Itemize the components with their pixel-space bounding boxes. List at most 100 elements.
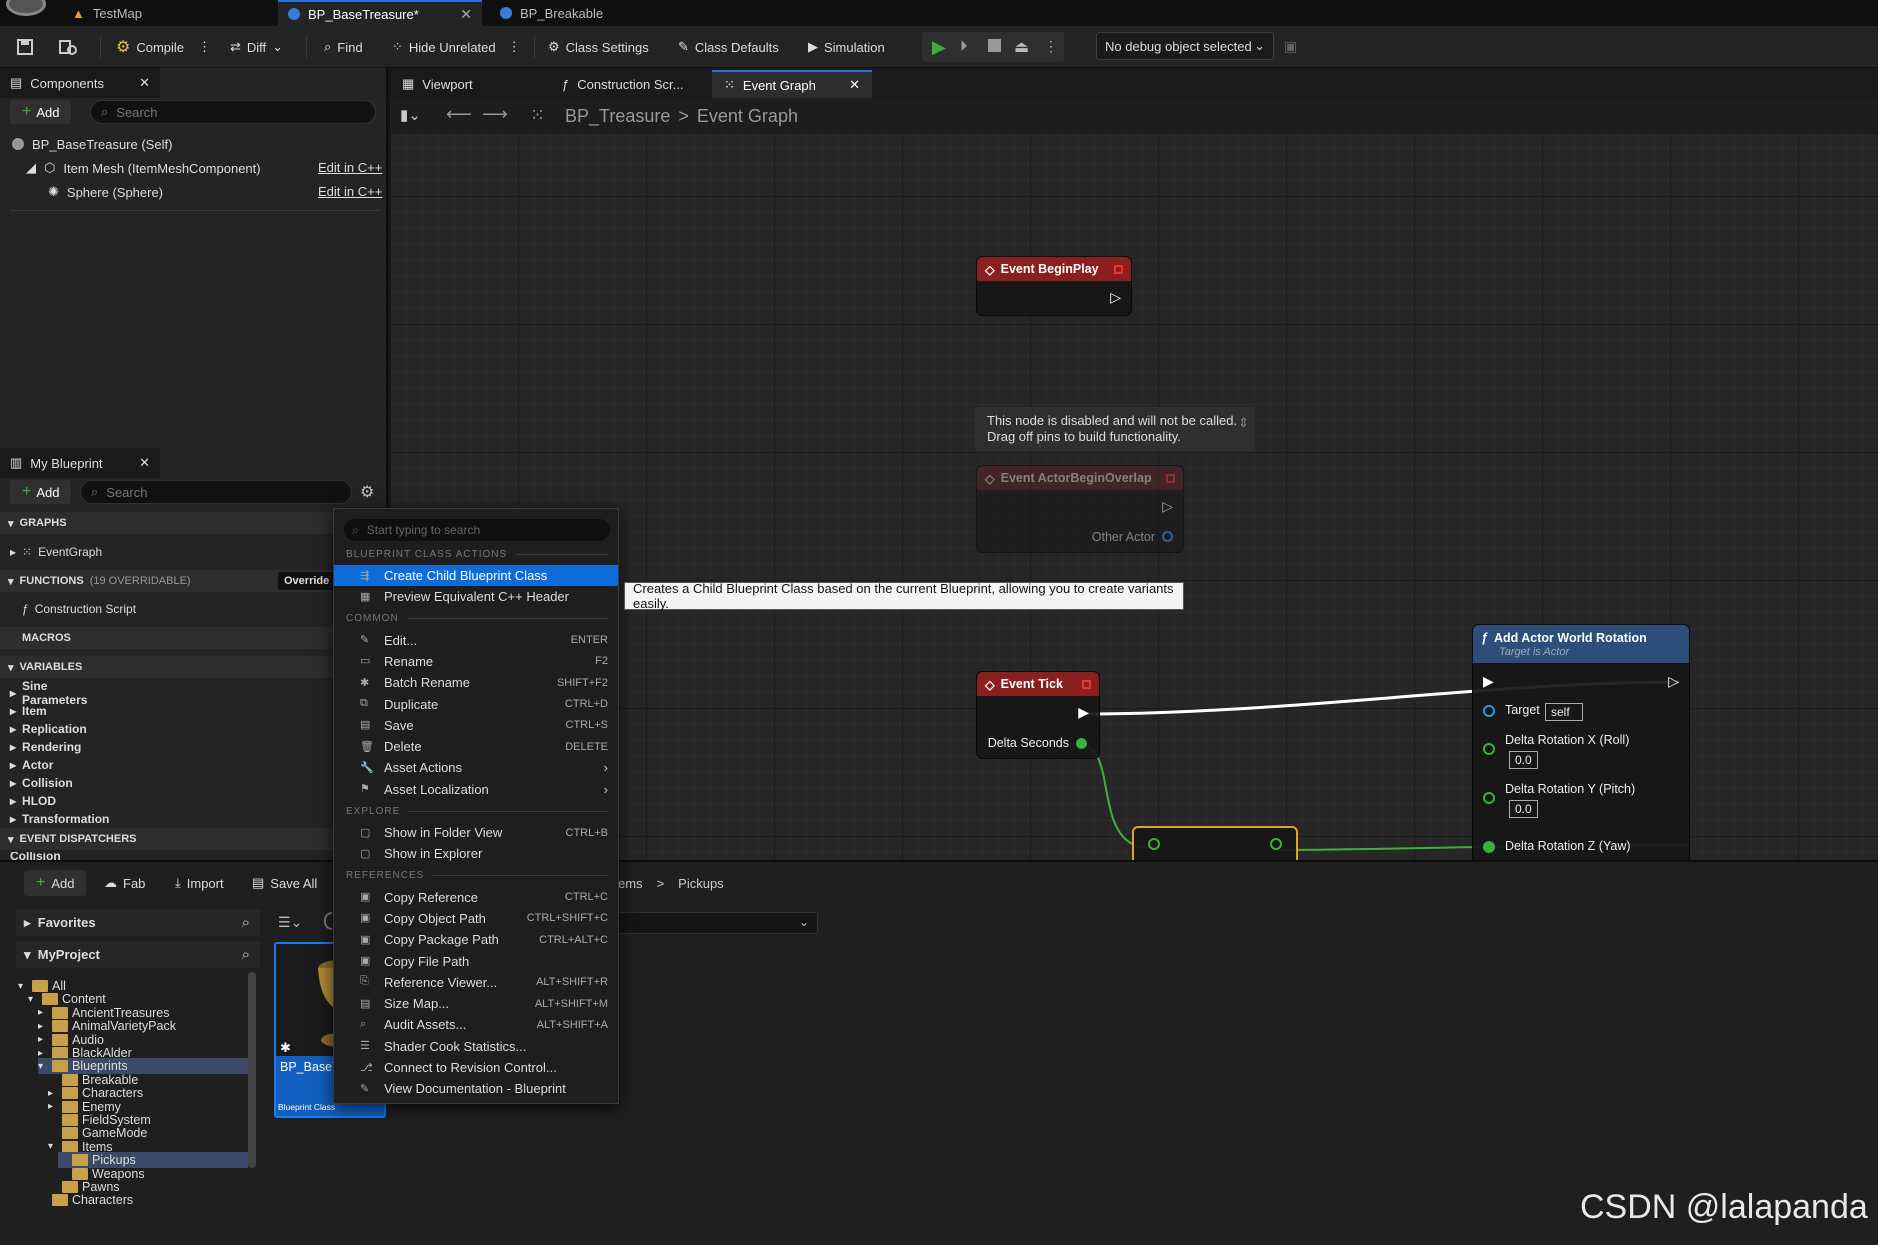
tab-testmap[interactable]: ▲ TestMap (62, 0, 272, 26)
node-event-tick[interactable]: ◇ Event Tick ▶ Delta Seconds (976, 671, 1100, 759)
float-pin[interactable] (1076, 738, 1087, 749)
debug-filter-icon[interactable]: ▣ (1284, 38, 1297, 55)
more-options-icon[interactable]: ⋮ (198, 39, 211, 55)
class-defaults-button[interactable]: ✎ Class Defaults (678, 35, 779, 59)
edit-in-cpp-link[interactable]: Edit in C++ (318, 160, 382, 175)
fab-button[interactable]: ☁ Fab (104, 870, 145, 896)
stop-icon[interactable] (988, 39, 1001, 52)
close-icon[interactable]: ✕ (139, 455, 150, 471)
tab-my-blueprint[interactable]: ▥ My Blueprint ✕ (0, 448, 160, 478)
node-event-actor-begin-overlap[interactable]: ◇ Event ActorBeginOverlap ▷ Other Actor (976, 465, 1184, 553)
component-item-mesh[interactable]: ◢ ⬡ Item Mesh (ItemMeshComponent) (26, 157, 261, 179)
my-blueprint-search-input[interactable]: ⌕ Search (80, 480, 352, 504)
tab-bp-base-treasure[interactable]: BP_BaseTreasure* ✕ (278, 0, 482, 26)
macros-category[interactable]: MACROS (0, 627, 388, 649)
component-sphere[interactable]: ✺ Sphere (Sphere) (48, 181, 163, 203)
search-icon[interactable]: ⌕ (242, 914, 250, 931)
variable-group[interactable]: ▸ Item (10, 702, 47, 720)
menu-item[interactable]: ⇶ Create Child Blueprint Class (334, 565, 618, 586)
output-delegate-pin[interactable] (1082, 679, 1091, 689)
menu-item[interactable]: ▣ Copy Reference CTRL+C (334, 887, 618, 908)
import-button[interactable]: ⤓ Import (175, 870, 224, 896)
object-pin[interactable] (1162, 531, 1173, 542)
menu-item[interactable]: ⌕ Audit Assets... ALT+SHIFT+A (334, 1014, 618, 1035)
eject-icon[interactable]: ⏏ (1014, 37, 1029, 57)
node-event-beginplay[interactable]: ◇ Event BeginPlay ▷ (976, 256, 1132, 316)
menu-item[interactable]: ▢ Show in Explorer (334, 843, 618, 864)
favorites-header[interactable]: ▸ Favorites ⌕ (16, 910, 260, 936)
class-settings-button[interactable]: ⚙ Class Settings (548, 35, 649, 59)
float-pin[interactable] (1483, 841, 1495, 853)
variable-group[interactable]: ▸ HLOD (10, 792, 56, 810)
more-options-icon[interactable]: ⋮ (508, 39, 521, 55)
menu-item[interactable]: ⎇ Connect to Revision Control... (334, 1057, 618, 1078)
variable-group[interactable]: ▸ Collision (10, 774, 73, 792)
debug-object-select[interactable]: No debug object selected ⌄ (1096, 32, 1274, 60)
more-options-icon[interactable]: ⋮ (1044, 38, 1058, 55)
exec-in-pin[interactable]: ▶ (1483, 673, 1494, 690)
hide-unrelated-button[interactable]: ⁘ Hide Unrelated ⋮ (392, 35, 521, 59)
tab-bp-breakable[interactable]: BP_Breakable (490, 0, 680, 26)
edit-in-cpp-link[interactable]: Edit in C++ (318, 184, 382, 199)
node-math-partial[interactable] (1132, 826, 1298, 860)
exec-out-pin[interactable]: ▷ (1668, 673, 1679, 690)
compile-button[interactable]: ⚙ Compile ⋮ (116, 35, 211, 59)
components-search-input[interactable]: ⌕ Search (90, 100, 376, 124)
variable-group[interactable]: ▸ Rendering (10, 738, 81, 756)
close-icon[interactable]: ✕ (460, 6, 472, 23)
menu-item[interactable]: ▢ Show in Folder View CTRL+B (334, 822, 618, 843)
menu-item[interactable]: ✎ View Documentation - Blueprint (334, 1078, 618, 1099)
menu-item[interactable]: ▣ Copy Object Path CTRL+SHIFT+C (334, 908, 618, 929)
tab-components[interactable]: ▤ Components ✕ (0, 68, 160, 98)
save-all-button[interactable]: ▤ Save All (252, 870, 317, 896)
simulation-button[interactable]: ▶ Simulation (808, 35, 885, 59)
step-icon[interactable]: ⏵ (960, 38, 968, 55)
graph-item-eventgraph[interactable]: ▸ ⁙ EventGraph (10, 543, 102, 561)
variable-group[interactable]: ▸ Sine Parameters (10, 679, 87, 707)
menu-item[interactable]: 🗑 Delete DELETE (334, 736, 618, 757)
save-icon[interactable] (16, 35, 34, 59)
menu-item[interactable]: ✎ Edit... ENTER (334, 630, 618, 651)
variables-category[interactable]: ▾ VARIABLES (0, 656, 388, 678)
float-pin[interactable] (1270, 838, 1282, 850)
menu-item[interactable]: ▤ Save CTRL+S (334, 715, 618, 736)
add-content-button[interactable]: + Add (24, 870, 87, 896)
content-filter-dropdown[interactable]: ⌄ (618, 912, 818, 934)
menu-item[interactable]: ☰ Shader Cook Statistics... (334, 1036, 618, 1057)
close-icon[interactable]: ✕ (139, 75, 150, 91)
menu-item[interactable]: ▤ Size Map... ALT+SHIFT+M (334, 993, 618, 1014)
menu-item[interactable]: ▦ Preview Equivalent C++ Header (334, 586, 618, 607)
rotation-x-field[interactable]: 0.0 (1509, 751, 1538, 769)
browse-icon[interactable] (58, 35, 78, 59)
add-member-button[interactable]: + Add (10, 480, 72, 504)
unreal-logo-icon[interactable] (6, 0, 46, 16)
menu-item[interactable]: ⧉ Duplicate CTRL+D (334, 694, 618, 715)
variable-group[interactable]: ▸ Transformation (10, 810, 109, 828)
output-delegate-pin[interactable] (1166, 473, 1175, 483)
menu-item[interactable]: ✱ Batch Rename SHIFT+F2 (334, 672, 618, 693)
target-pin[interactable] (1483, 705, 1495, 717)
tree-folder[interactable]: Characters (38, 1192, 248, 1208)
path-segment[interactable]: ems (618, 876, 643, 891)
rotation-y-field[interactable]: 0.0 (1509, 800, 1538, 818)
event-dispatchers-category[interactable]: ▾ EVENT DISPATCHERS (0, 828, 388, 850)
menu-item[interactable]: ⎘ Reference Viewer... ALT+SHIFT+R (334, 972, 618, 993)
graphs-category[interactable]: ▾ GRAPHS (0, 512, 388, 534)
exec-out-pin[interactable]: ▷ (1162, 498, 1173, 515)
variable-group[interactable]: ▸ Actor (10, 756, 53, 774)
menu-item[interactable]: ▭ Rename F2 (334, 651, 618, 672)
float-pin[interactable] (1148, 838, 1160, 850)
target-self-field[interactable]: self (1545, 703, 1583, 721)
menu-item[interactable]: ⚑ Asset Localization › (334, 779, 618, 800)
find-button[interactable]: ⌕ Find (324, 35, 363, 59)
menu-item[interactable]: ▣ Copy File Path (334, 951, 618, 972)
menu-item[interactable]: 🔧 Asset Actions › (334, 757, 618, 778)
gear-icon[interactable]: ⚙ (360, 482, 374, 502)
exec-out-pin[interactable]: ▶ (1078, 704, 1089, 721)
project-header[interactable]: ▾ MyProject ⌕ (16, 942, 260, 968)
menu-item[interactable]: ▣ Copy Package Path CTRL+ALT+C (334, 929, 618, 950)
diff-button[interactable]: ⇄ Diff ⌄ (230, 35, 283, 59)
float-pin[interactable] (1483, 743, 1495, 755)
play-icon[interactable]: ▶ (932, 37, 946, 58)
variable-group[interactable]: ▸ Replication (10, 720, 87, 738)
